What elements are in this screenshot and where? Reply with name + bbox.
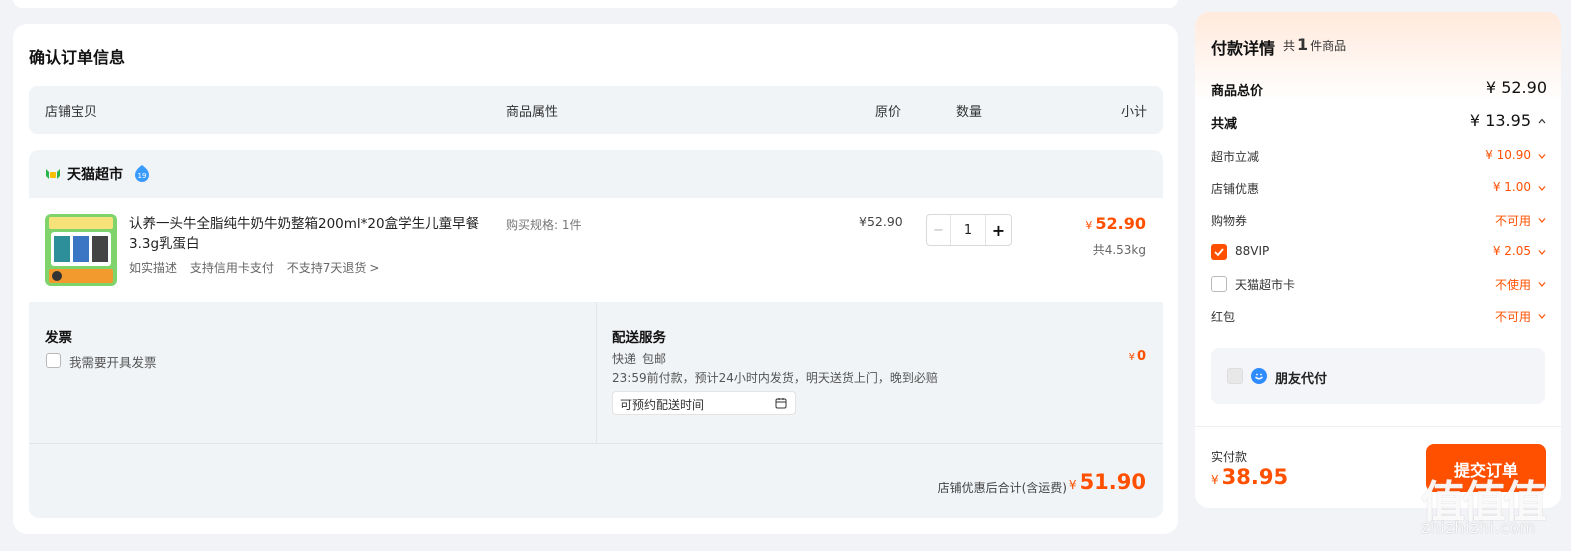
paid-amount-label: 实付款 — [1211, 450, 1248, 464]
reduction-row[interactable]: 共减 ¥ 13.95 — [1211, 111, 1547, 133]
chevron-down-icon — [1538, 218, 1546, 223]
supermarket-card-row[interactable]: 天猫超市卡 不使用 — [1211, 274, 1547, 296]
store-discount-row[interactable]: 店铺优惠 ¥ 1.00 — [1211, 178, 1547, 200]
store-name[interactable]: 天猫超市 — [67, 164, 123, 184]
section-divider — [596, 302, 597, 444]
col-subtotal: 小计 — [1120, 105, 1147, 120]
payment-details-card: 付款详情 共 1 件商品 商品总价 ¥ 52.90 共减 ¥ 13.95 超市立减 … — [1195, 12, 1561, 508]
chevron-up-icon — [1538, 118, 1546, 124]
friend-pay-checkbox[interactable] — [1227, 368, 1243, 384]
watermark-domain: zhizhizhi.com — [1421, 518, 1536, 537]
goods-total-row: 商品总价 ¥ 52.90 — [1211, 78, 1547, 99]
product-thumbnail[interactable] — [45, 214, 117, 286]
service-tag: 支持信用卡支付 — [189, 261, 274, 275]
payment-title: 付款详情 — [1211, 39, 1276, 58]
payment-divider — [1195, 426, 1561, 427]
delivery-type: 快递 包邮 — [612, 352, 667, 366]
chevron-down-icon — [1538, 250, 1546, 255]
svg-text:19: 19 — [138, 172, 147, 180]
chevron-right-icon: > — [369, 261, 380, 275]
delivery-time-select[interactable]: 可预约配送时间 — [612, 391, 796, 415]
store-order-block: 天猫超市 19 认养一头牛全脂纯牛奶牛奶整箱200ml*20盒学生儿童早餐3.3… — [29, 150, 1163, 518]
coupon-row[interactable]: 购物券 不可用 — [1211, 210, 1547, 232]
friend-pay-icon — [1251, 368, 1267, 384]
vip-checkbox[interactable] — [1211, 244, 1227, 260]
col-shop-item: 店铺宝贝 — [45, 105, 98, 120]
table-header: 店铺宝贝 商品属性 原价 数量 小计 — [29, 86, 1163, 134]
quantity-stepper: − 1 + — [926, 214, 1012, 246]
original-price: ¥52.90 — [859, 214, 903, 229]
payment-item-count: 共 1 件商品 — [1283, 35, 1347, 54]
invoice-checkbox-label[interactable]: 我需要开具发票 — [69, 352, 157, 371]
store-total-value: ¥51.90 — [1068, 470, 1146, 494]
tmall-level-badge-icon: 19 — [135, 165, 149, 182]
service-tag-no-return[interactable]: 不支持7天退货 > — [287, 261, 389, 275]
friend-pay-option[interactable]: 朋友代付 — [1211, 348, 1545, 404]
calendar-icon — [775, 398, 787, 409]
chevron-down-icon — [1538, 154, 1546, 159]
qty-increase-button[interactable]: + — [985, 215, 1011, 245]
order-title: 确认订单信息 — [29, 48, 126, 67]
hongbao-row[interactable]: 红包 不可用 — [1211, 306, 1547, 328]
qty-input[interactable]: 1 — [951, 215, 985, 245]
invoice-delivery-section: 发票 我需要开具发票 配送服务 快递 包邮 23:59前付款，预计24小时内发货，… — [29, 302, 1163, 444]
item-row: 认养一头牛全脂纯牛奶牛奶整箱200ml*20盒学生儿童早餐3.3g乳蛋白 如实描… — [29, 198, 1163, 302]
supermarket-discount-row[interactable]: 超市立减 ¥ 10.90 — [1211, 146, 1547, 168]
invoice-title: 发票 — [45, 330, 72, 346]
col-orig-price: 原价 — [875, 105, 902, 120]
delivery-title: 配送服务 — [612, 330, 666, 346]
delivery-fee: ¥0 — [1128, 349, 1146, 364]
chevron-down-icon — [1538, 314, 1546, 319]
service-tag: 如实描述 — [129, 261, 178, 275]
item-weight: 共4.53kg — [1092, 243, 1146, 257]
product-service-tags: 如实描述 支持信用卡支付 不支持7天退货 > — [129, 259, 397, 276]
paid-amount-value: ¥38.95 — [1211, 465, 1289, 489]
product-title-link[interactable]: 认养一头牛全脂纯牛奶牛奶整箱200ml*20盒学生儿童早餐3.3g乳蛋白 — [129, 214, 489, 254]
chevron-down-icon — [1538, 282, 1546, 287]
site-watermark: 值值值 zhizhizhi.com — [1417, 466, 1563, 551]
tmall-cat-logo-icon — [46, 169, 60, 179]
invoice-checkbox[interactable] — [46, 353, 61, 368]
store-total-row: 店铺优惠后合计(含运费) ¥51.90 — [29, 444, 1163, 518]
qty-decrease-button[interactable]: − — [927, 215, 951, 245]
col-quantity: 数量 — [956, 105, 983, 120]
previous-card-edge — [13, 0, 1178, 8]
store-header: 天猫超市 19 — [29, 150, 1163, 198]
supermarket-card-checkbox[interactable] — [1211, 276, 1227, 292]
vip-discount-row[interactable]: 88VIP ¥ 2.05 — [1211, 242, 1547, 264]
delivery-note: 23:59前付款，预计24小时内发货，明天送货上门，晚到必赔 — [612, 371, 938, 385]
col-attributes: 商品属性 — [506, 105, 559, 120]
store-total-label: 店铺优惠后合计(含运费) — [937, 481, 1067, 495]
chevron-down-icon — [1538, 186, 1546, 191]
item-subtotal: ¥52.90 — [1085, 214, 1146, 233]
product-spec: 购买规格: 1件 — [506, 218, 582, 232]
friend-pay-label: 朋友代付 — [1275, 372, 1328, 387]
order-confirm-card: 确认订单信息 店铺宝贝 商品属性 原价 数量 小计 天猫超市 19 认养一头牛全… — [13, 24, 1178, 534]
